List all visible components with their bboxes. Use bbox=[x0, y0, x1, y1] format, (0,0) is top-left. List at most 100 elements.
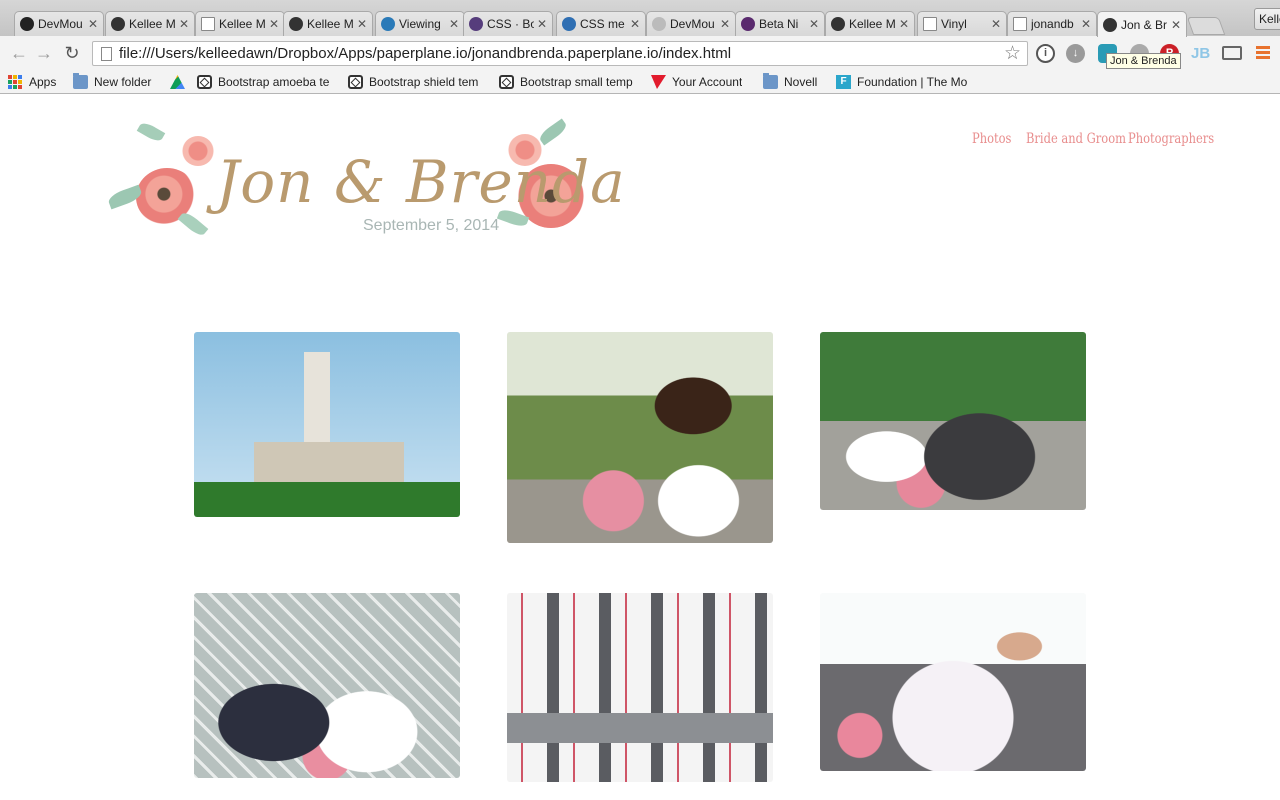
oo-icon bbox=[1103, 17, 1117, 32]
github-icon bbox=[20, 17, 34, 31]
tab-title: CSS · Bo bbox=[487, 17, 534, 31]
tab-title: jonandb bbox=[1031, 17, 1074, 31]
profile-button[interactable]: Kellee bbox=[1254, 8, 1280, 30]
web-page: Jon & Brenda September 5, 2014 Photos Br… bbox=[0, 95, 1280, 800]
tab-title: DevMou bbox=[38, 17, 83, 31]
groomsmen-photo[interactable] bbox=[507, 593, 773, 782]
red-flag-icon bbox=[651, 75, 666, 89]
reload-icon[interactable]: ↻ bbox=[61, 42, 83, 64]
browser-tab[interactable]: DevMou ✕ bbox=[646, 11, 736, 36]
bookmark-bootstrap-small[interactable]: Bootstrap small temp bbox=[499, 73, 639, 91]
close-tab-icon[interactable]: ✕ bbox=[357, 17, 367, 31]
tab-title: Viewing bbox=[399, 17, 441, 31]
flower-decoration bbox=[182, 136, 214, 166]
foundation-icon: F bbox=[836, 75, 851, 89]
circle-a-icon bbox=[111, 17, 125, 31]
page-icon bbox=[923, 17, 937, 31]
close-tab-icon[interactable]: ✕ bbox=[809, 17, 819, 31]
site-logo[interactable]: Jon & Brenda September 5, 2014 bbox=[106, 118, 625, 245]
page-icon bbox=[1013, 17, 1027, 31]
close-tab-icon[interactable]: ✕ bbox=[449, 17, 459, 31]
browser-tab[interactable]: CSS · Bo ✕ bbox=[463, 11, 553, 36]
browser-tab[interactable]: DevMou ✕ bbox=[14, 11, 104, 36]
new-tab-button[interactable] bbox=[1186, 17, 1226, 35]
menu-icon[interactable] bbox=[1256, 46, 1270, 60]
browser-tab[interactable]: Kellee M ✕ bbox=[105, 11, 195, 36]
bride-hug-photo[interactable] bbox=[820, 593, 1086, 771]
browser-tab[interactable]: jonandb ✕ bbox=[1007, 11, 1097, 36]
page-icon bbox=[201, 17, 215, 31]
chat-icon bbox=[562, 17, 576, 31]
info-extension-icon[interactable]: i bbox=[1036, 44, 1055, 63]
page-icon bbox=[101, 47, 112, 61]
bride-with-mother-photo[interactable] bbox=[194, 593, 460, 778]
close-tab-icon[interactable]: ✕ bbox=[991, 17, 1001, 31]
bookmark-novell[interactable]: Novell bbox=[763, 73, 817, 91]
cast-icon[interactable] bbox=[1222, 46, 1242, 60]
browser-tab[interactable]: Jon & Br ✕ bbox=[1097, 11, 1187, 37]
nav-bride-and-groom[interactable]: Bride and Groom bbox=[1026, 131, 1126, 147]
bootsnipp-icon bbox=[381, 17, 395, 31]
browser-tab[interactable]: Kellee M ✕ bbox=[283, 11, 373, 36]
bootstrap-icon bbox=[469, 17, 483, 31]
leaf-decoration bbox=[177, 209, 209, 239]
nav-photos[interactable]: Photos bbox=[972, 131, 1011, 147]
forward-arrow-icon[interactable]: → bbox=[33, 42, 55, 64]
close-tab-icon[interactable]: ✕ bbox=[1171, 18, 1181, 32]
close-tab-icon[interactable]: ✕ bbox=[899, 17, 909, 31]
bookmark-drive[interactable] bbox=[170, 73, 190, 91]
apps-grid-icon bbox=[8, 75, 23, 89]
bookmark-your-account[interactable]: Your Account bbox=[651, 73, 742, 91]
bookmark-apps[interactable]: Apps bbox=[8, 73, 56, 91]
close-tab-icon[interactable]: ✕ bbox=[88, 17, 98, 31]
tab-title: Kellee M bbox=[849, 17, 896, 31]
tab-title: Kellee M bbox=[219, 17, 266, 31]
close-tab-icon[interactable]: ✕ bbox=[1081, 17, 1091, 31]
circle-a-icon bbox=[289, 17, 303, 31]
bootstrap-theme-icon bbox=[499, 75, 514, 89]
temple-photo[interactable] bbox=[194, 332, 460, 517]
browser-tab[interactable]: CSS me ✕ bbox=[556, 11, 646, 36]
browser-tab[interactable]: Vinyl ✕ bbox=[917, 11, 1007, 36]
bookmark-bootstrap-amoeba[interactable]: Bootstrap amoeba te bbox=[197, 73, 335, 91]
browser-tab[interactable]: Kellee M ✕ bbox=[825, 11, 915, 36]
circle-a-icon bbox=[831, 17, 845, 31]
bookmark-star-icon[interactable]: ☆ bbox=[1004, 42, 1021, 65]
browser-tab[interactable]: Kellee M ✕ bbox=[195, 11, 285, 36]
nav-photographers[interactable]: Photographers bbox=[1128, 131, 1214, 147]
spinner-icon bbox=[652, 17, 666, 31]
tab-title: DevMou bbox=[670, 17, 715, 31]
bookmarks-bar: Apps New folder Bootstrap amoeba te Boot… bbox=[0, 70, 1280, 94]
tab-title: Jon & Br bbox=[1121, 17, 1168, 32]
jb-extension-icon[interactable]: JB bbox=[1191, 44, 1210, 63]
bookmark-foundation[interactable]: F Foundation | The Mo bbox=[836, 73, 974, 91]
url-text[interactable]: file:///Users/kelleedawn/Dropbox/Apps/pa… bbox=[119, 45, 731, 62]
download-extension-icon[interactable]: ↓ bbox=[1066, 44, 1085, 63]
bootstrap-theme-icon bbox=[348, 75, 363, 89]
tab-tooltip: Jon & Brenda bbox=[1106, 53, 1181, 69]
diamond-icon bbox=[741, 17, 755, 31]
bookmark-bootstrap-shield[interactable]: Bootstrap shield tem bbox=[348, 73, 488, 91]
tab-title: Kellee M bbox=[307, 17, 354, 31]
browser-tab[interactable]: Viewing ✕ bbox=[375, 11, 465, 36]
close-tab-icon[interactable]: ✕ bbox=[537, 17, 547, 31]
leaf-decoration bbox=[136, 120, 166, 144]
bride-with-bouquet-photo[interactable] bbox=[507, 332, 773, 543]
tab-title: Vinyl bbox=[941, 17, 967, 31]
couple-kiss-photo[interactable] bbox=[820, 332, 1086, 510]
drive-icon bbox=[170, 75, 185, 89]
browser-tab[interactable]: Beta Ni ✕ bbox=[735, 11, 825, 36]
back-arrow-icon[interactable]: ← bbox=[8, 42, 30, 64]
bookmark-new-folder[interactable]: New folder bbox=[73, 73, 163, 91]
tab-title: Kellee M bbox=[129, 17, 176, 31]
toolbar: ← → ↻ file:///Users/kelleedawn/Dropbox/A… bbox=[0, 36, 1280, 70]
address-bar[interactable]: file:///Users/kelleedawn/Dropbox/Apps/pa… bbox=[92, 41, 1028, 66]
leaf-decoration bbox=[537, 118, 569, 146]
close-tab-icon[interactable]: ✕ bbox=[630, 17, 640, 31]
close-tab-icon[interactable]: ✕ bbox=[720, 17, 730, 31]
logo-date: September 5, 2014 bbox=[363, 217, 500, 234]
folder-icon bbox=[763, 73, 778, 89]
close-tab-icon[interactable]: ✕ bbox=[179, 17, 189, 31]
tab-strip: DevMou ✕ Kellee M ✕ Kellee M ✕ Kellee M ✕ Viewin… bbox=[0, 0, 1280, 37]
close-tab-icon[interactable]: ✕ bbox=[269, 17, 279, 31]
